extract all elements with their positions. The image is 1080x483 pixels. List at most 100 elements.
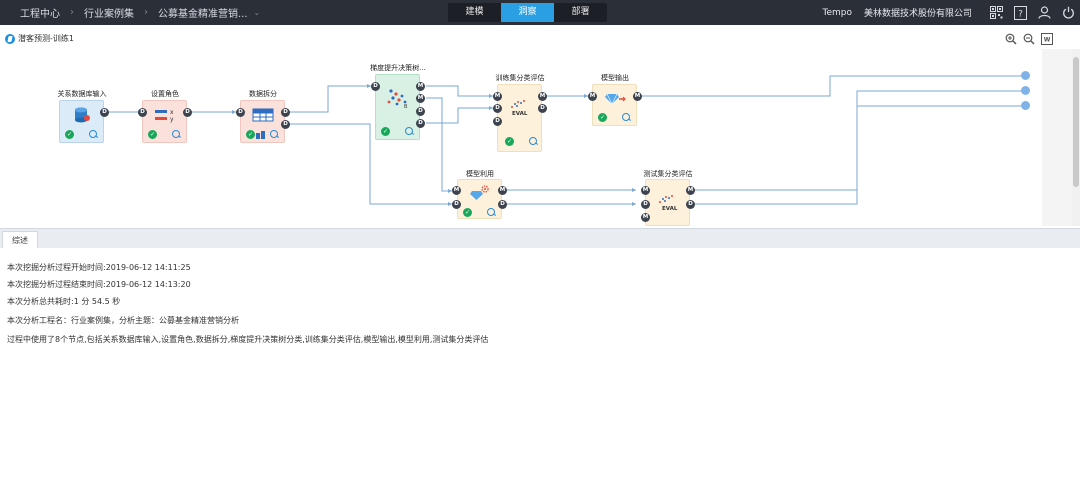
zoom-tools: W — [1004, 32, 1054, 46]
model-logo-icon — [5, 33, 15, 44]
port-data-in[interactable]: D — [452, 200, 461, 209]
status-ok-icon: ✓ — [65, 130, 74, 139]
search-icon[interactable] — [172, 130, 181, 139]
scrollbar-thumb[interactable] — [1073, 57, 1079, 187]
role-icon: x y — [155, 109, 174, 123]
edge-split-gbdt — [289, 85, 371, 113]
port-data-out-1[interactable]: D — [281, 108, 290, 117]
eval-icon: EVAL — [511, 100, 528, 117]
port-model-in[interactable]: M — [452, 186, 461, 195]
breadcrumb-separator-icon: › — [70, 7, 74, 18]
breadcrumb-separator-icon: › — [144, 7, 148, 18]
search-icon[interactable] — [89, 130, 98, 139]
status-ok-icon: ✓ — [246, 130, 255, 139]
port-model-out-2[interactable]: M — [416, 94, 425, 103]
port-model-out[interactable]: M — [633, 92, 642, 101]
company-name: 美林数据技术股份有限公司 — [863, 9, 972, 19]
output-terminal[interactable] — [1021, 86, 1030, 95]
port-data-out[interactable]: D — [183, 108, 192, 117]
port-model-in[interactable]: M — [641, 186, 650, 195]
node-label-model-output: 模型输出 — [601, 74, 629, 82]
port-data-in[interactable]: D — [371, 82, 380, 91]
output-terminal[interactable] — [1021, 71, 1030, 80]
zoom-out-icon[interactable] — [1022, 32, 1036, 46]
diamond-export-icon — [605, 93, 626, 105]
tree-model-icon: B — [387, 89, 408, 109]
port-model-in-2[interactable]: M — [641, 213, 650, 222]
status-ok-icon: ✓ — [148, 130, 157, 139]
node-label-data-split: 数据拆分 — [249, 90, 277, 98]
port-data-out[interactable]: D — [686, 200, 695, 209]
node-train-eval[interactable]: EVAL ✓ — [497, 84, 542, 152]
breadcrumb-project-center[interactable]: 工程中心 — [20, 5, 60, 20]
summary-panel: 本次挖掘分析过程开始时间:2019-06-12 14:11:25 本次挖掘分析过… — [0, 248, 1080, 483]
port-model-in[interactable]: M — [588, 92, 597, 101]
mode-deploy-button[interactable]: 部署 — [554, 3, 607, 22]
search-icon[interactable] — [487, 208, 496, 217]
port-data-in-2[interactable]: D — [493, 117, 502, 126]
port-data-in[interactable]: D — [138, 108, 147, 117]
output-terminal[interactable] — [1021, 101, 1030, 110]
export-word-icon[interactable]: W — [1040, 32, 1054, 46]
summary-node-list: 过程中使用了8个节点,包括关系数据库输入,设置角色,数据拆分,梯度提升决策树分类… — [7, 335, 489, 344]
help-icon[interactable]: ? — [1008, 0, 1032, 25]
mode-insight-button[interactable]: 洞察 — [501, 3, 554, 22]
svg-text:B: B — [404, 104, 408, 109]
node-label-model-use: 模型利用 — [466, 170, 494, 178]
edge-modelout-terminal — [642, 75, 1022, 97]
port-data-out[interactable]: D — [100, 108, 109, 117]
summary-end-time: 本次挖掘分析过程结束时间:2019-06-12 14:13:20 — [7, 280, 191, 289]
tab-summary[interactable]: 综述 — [2, 231, 38, 249]
model-title-text: 潜客预测-训练1 — [18, 34, 74, 43]
qr-code-icon[interactable] — [984, 0, 1008, 25]
port-model-out[interactable]: M — [538, 92, 547, 101]
node-db-input[interactable]: ✓ — [59, 100, 104, 143]
top-bar: 工程中心 › 行业案例集 › 公募基金精准营销... ⌄ 建模 洞察 部署 Te… — [0, 0, 1080, 25]
chevron-down-icon[interactable]: ⌄ — [254, 8, 261, 17]
node-label-set-role: 设置角色 — [151, 90, 179, 98]
breadcrumb-current-topic[interactable]: 公募基金精准营销... — [158, 5, 248, 20]
port-data-out[interactable]: D — [538, 104, 547, 113]
port-data-in[interactable]: D — [493, 104, 502, 113]
canvas-right-margin — [1042, 49, 1072, 226]
node-gbdt[interactable]: B ✓ — [375, 74, 420, 140]
port-data-out-2[interactable]: D — [416, 119, 425, 128]
port-data-out[interactable]: D — [498, 200, 507, 209]
search-icon[interactable] — [405, 127, 414, 136]
port-data-out-1[interactable]: D — [416, 107, 425, 116]
port-data-in[interactable]: D — [236, 108, 245, 117]
node-label-db-input: 关系数据库输入 — [57, 90, 107, 98]
node-set-role[interactable]: x y ✓ — [142, 100, 187, 143]
model-apply-icon — [470, 185, 489, 200]
mode-modeling-button[interactable]: 建模 — [448, 3, 501, 22]
port-data-in[interactable]: D — [641, 200, 650, 209]
model-title: 潜客预测-训练1 — [5, 33, 74, 44]
node-data-split[interactable]: ✓ — [240, 100, 285, 143]
canvas-scrollbar[interactable] — [1072, 49, 1080, 226]
user-icon[interactable] — [1032, 0, 1056, 25]
eval-text: EVAL — [512, 111, 528, 117]
top-right-area: Tempo 美林数据技术股份有限公司 ? — [822, 0, 1080, 25]
node-label-train-eval: 训练集分类评估 — [495, 74, 545, 82]
node-model-use[interactable]: ✓ — [457, 179, 502, 219]
port-data-out-2[interactable]: D — [281, 120, 290, 129]
edge-split-modeluse — [289, 123, 452, 205]
power-icon[interactable] — [1056, 0, 1080, 25]
port-model-in[interactable]: M — [493, 92, 502, 101]
breadcrumb-industry-cases[interactable]: 行业案例集 — [84, 5, 134, 20]
search-icon[interactable] — [529, 137, 538, 146]
node-test-eval[interactable]: EVAL — [645, 179, 690, 226]
status-ok-icon: ✓ — [505, 137, 514, 146]
port-model-out-1[interactable]: M — [416, 82, 425, 91]
zoom-in-icon[interactable] — [1004, 32, 1018, 46]
port-model-out[interactable]: M — [686, 186, 695, 195]
search-icon[interactable] — [622, 113, 631, 122]
node-model-output[interactable]: ✓ — [592, 84, 637, 126]
port-model-out[interactable]: M — [498, 186, 507, 195]
node-label-gbdt: 梯度提升决策树... — [370, 64, 426, 72]
workflow-canvas[interactable]: 关系数据库输入 ✓ D 设置角色 x y ✓ D D 数据拆分 ✓ D D D … — [0, 49, 1042, 226]
edge-gbdt-traineval-m — [426, 85, 493, 97]
search-icon[interactable] — [270, 130, 279, 139]
user-name[interactable]: Tempo — [822, 8, 852, 18]
eval-icon: EVAL — [659, 195, 678, 212]
